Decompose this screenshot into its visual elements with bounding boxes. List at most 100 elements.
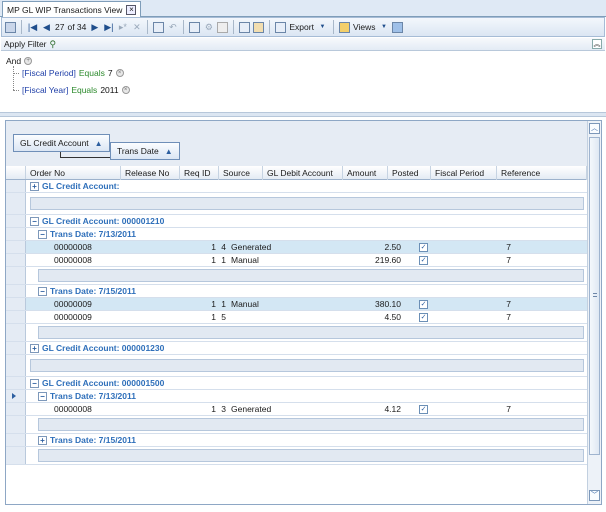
row-indicator[interactable] <box>6 342 26 354</box>
row-indicator[interactable] <box>6 434 26 446</box>
row-indicator[interactable] <box>6 267 26 284</box>
new-record-icon[interactable]: ▸* <box>117 20 128 34</box>
print-preview-icon[interactable] <box>189 20 201 34</box>
column-header-posted[interactable]: Posted <box>388 166 431 180</box>
scroll-up-icon[interactable]: ︿ <box>589 123 600 134</box>
column-header-req-id[interactable]: Req ID <box>180 166 219 180</box>
cell-source[interactable]: Manual <box>231 298 259 310</box>
edit-icon[interactable] <box>153 20 165 34</box>
close-icon[interactable]: × <box>126 4 137 15</box>
sort-ascending-icon[interactable]: ▲ <box>165 147 173 156</box>
first-record-icon[interactable]: |◀ <box>27 20 38 34</box>
cell-req-id[interactable]: 3 <box>196 403 226 415</box>
apply-filter-label[interactable]: Apply Filter <box>4 39 47 49</box>
last-record-icon[interactable]: ▶| <box>103 20 114 34</box>
cell-amount[interactable]: 4.12 <box>351 403 401 415</box>
group-button-trans-date[interactable]: Trans Date ▲ <box>110 142 180 160</box>
group-row[interactable]: − GL Credit Account: 000001500 <box>6 377 587 390</box>
cell-amount[interactable]: 2.50 <box>351 241 401 253</box>
row-indicator[interactable] <box>6 285 26 297</box>
collapse-icon[interactable]: − <box>38 391 47 401</box>
cell-fiscal-period[interactable]: 7 <box>471 311 511 323</box>
table-row[interactable]: 00000009 1 1 Manual 380.10 ✓ 7 <box>6 298 587 311</box>
filter-value[interactable]: 7 <box>108 68 113 78</box>
group-button-gl-credit-account[interactable]: GL Credit Account ▲ <box>13 134 110 152</box>
cell-fiscal-period[interactable]: 7 <box>471 241 511 253</box>
column-header-fiscal-period[interactable]: Fiscal Period <box>431 166 497 180</box>
cell-fiscal-period[interactable]: 7 <box>471 298 511 310</box>
row-indicator[interactable] <box>6 447 26 464</box>
cell-fiscal-period[interactable]: 7 <box>471 403 511 415</box>
group-row[interactable]: + GL Credit Account: 000001230 <box>6 342 587 355</box>
cell-order-no[interactable]: 00000008 <box>54 254 92 266</box>
row-indicator[interactable] <box>6 377 26 389</box>
column-header-order-no[interactable]: Order No <box>26 166 121 180</box>
filter-value[interactable]: 2011 <box>100 85 118 95</box>
columns-icon[interactable] <box>217 20 229 34</box>
save-icon[interactable] <box>5 20 16 34</box>
export-icon[interactable] <box>275 20 287 34</box>
column-header-gl-debit-account[interactable]: GL Debit Account <box>263 166 343 180</box>
scroll-down-icon[interactable]: ﹀ <box>589 490 600 501</box>
expand-icon[interactable]: + <box>38 435 47 445</box>
posted-checkbox[interactable]: ✓ <box>419 405 428 414</box>
tab-wip-transactions-view[interactable]: MP GL WIP Transactions View × <box>2 1 142 17</box>
row-indicator[interactable] <box>6 241 26 253</box>
column-header-amount[interactable]: Amount <box>343 166 388 180</box>
filter-operator-equals[interactable]: Equals <box>71 85 97 95</box>
views-dropdown-icon[interactable]: ▼ <box>378 20 389 34</box>
expand-icon[interactable]: + <box>30 181 39 191</box>
delete-icon[interactable]: ✕ <box>131 20 142 34</box>
row-indicator[interactable] <box>6 228 26 240</box>
collapse-icon[interactable]: − <box>38 229 47 239</box>
next-record-icon[interactable]: ▶ <box>89 20 100 34</box>
views-icon[interactable] <box>338 20 350 34</box>
record-position[interactable]: 27 <box>55 22 64 32</box>
collapse-icon[interactable]: − <box>38 286 47 296</box>
row-indicator[interactable] <box>6 215 26 227</box>
cell-order-no[interactable]: 00000009 <box>54 298 92 310</box>
column-header-source[interactable]: Source <box>219 166 263 180</box>
previous-record-icon[interactable]: ◀ <box>41 20 52 34</box>
cell-amount[interactable]: 380.10 <box>351 298 401 310</box>
subgroup-row[interactable]: − Trans Date: 7/15/2011 <box>6 285 587 298</box>
remove-condition-icon[interactable]: × <box>121 86 130 94</box>
cell-amount[interactable]: 219.60 <box>351 254 401 266</box>
column-header-release-no[interactable]: Release No <box>121 166 180 180</box>
collapse-icon[interactable]: − <box>30 216 39 226</box>
undo-icon[interactable]: ↶ <box>167 20 178 34</box>
filter-field[interactable]: [Fiscal Period] <box>22 68 76 78</box>
paste-icon[interactable] <box>253 20 265 34</box>
row-indicator[interactable] <box>6 311 26 323</box>
posted-checkbox[interactable]: ✓ <box>419 300 428 309</box>
filter-operator-equals[interactable]: Equals <box>79 68 105 78</box>
cell-source[interactable]: Generated <box>231 403 271 415</box>
vertical-scrollbar[interactable]: ︿ ﹀ <box>587 121 601 504</box>
copy-icon[interactable] <box>239 20 251 34</box>
remove-condition-icon[interactable]: × <box>115 69 124 77</box>
cell-source[interactable]: Manual <box>231 254 259 266</box>
filter-settings-icon[interactable]: ⚙ <box>203 20 214 34</box>
cell-fiscal-period[interactable]: 7 <box>471 254 511 266</box>
collapse-icon[interactable]: ︽ <box>592 39 602 49</box>
subgroup-row[interactable]: − Trans Date: 7/13/2011 <box>6 390 587 403</box>
save-view-icon[interactable] <box>392 20 404 34</box>
filter-operator[interactable]: And <box>6 56 21 66</box>
expand-icon[interactable]: + <box>30 343 39 353</box>
sort-ascending-icon[interactable]: ▲ <box>95 139 103 148</box>
subgroup-row[interactable]: − Trans Date: 7/13/2011 <box>6 228 587 241</box>
cell-order-no[interactable]: 00000008 <box>54 241 92 253</box>
scrollbar-thumb[interactable] <box>589 137 600 455</box>
table-row[interactable]: 00000008 1 4 Generated 2.50 ✓ 7 <box>6 241 587 254</box>
row-indicator[interactable] <box>6 193 26 214</box>
row-indicator[interactable] <box>6 324 26 341</box>
cell-req-id[interactable]: 5 <box>196 311 226 323</box>
cell-req-id[interactable]: 1 <box>196 254 226 266</box>
export-dropdown-icon[interactable]: ▼ <box>317 20 328 34</box>
table-row[interactable]: 00000009 1 5 4.50 ✓ 7 <box>6 311 587 324</box>
table-row[interactable]: 00000008 1 3 Generated 4.12 ✓ 7 <box>6 403 587 416</box>
add-condition-icon[interactable]: + <box>24 57 33 65</box>
collapse-icon[interactable]: − <box>30 378 39 388</box>
cell-amount[interactable]: 4.50 <box>351 311 401 323</box>
posted-checkbox[interactable]: ✓ <box>419 256 428 265</box>
